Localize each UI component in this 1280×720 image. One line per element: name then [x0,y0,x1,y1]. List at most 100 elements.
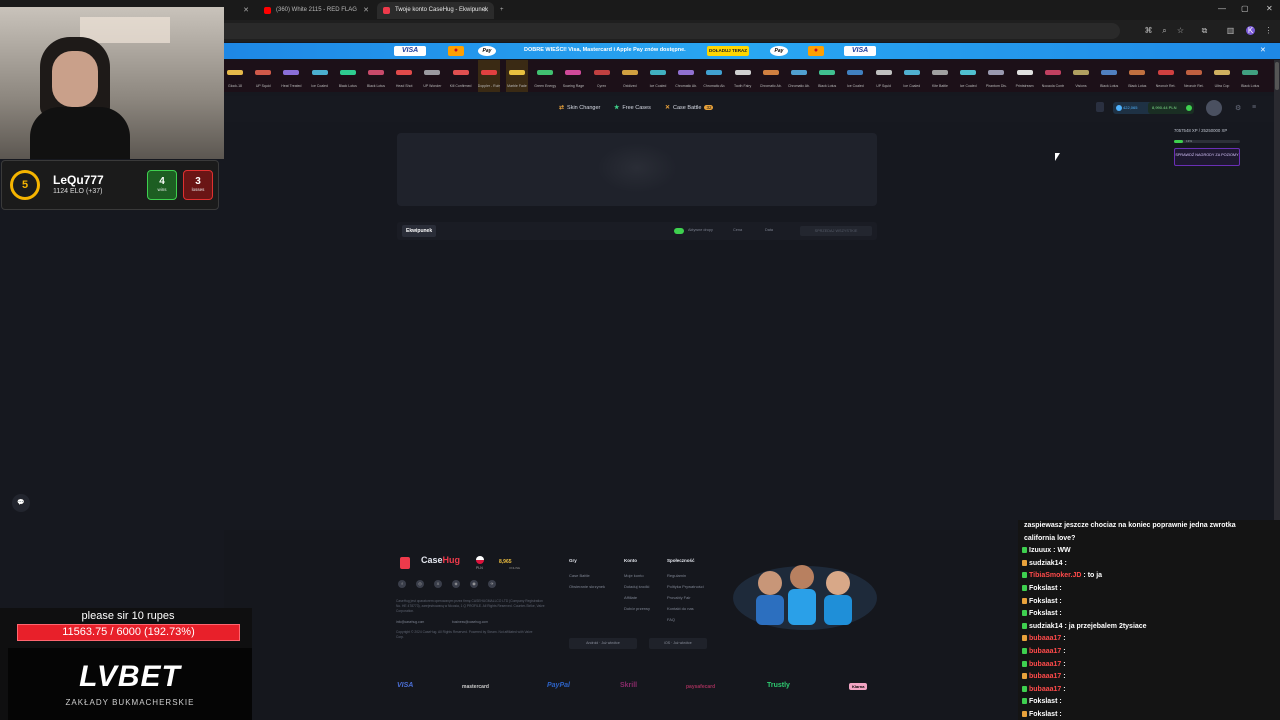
star-icon[interactable]: ☆ [1176,26,1185,35]
close-icon[interactable]: ✕ [483,2,489,19]
footer-link[interactable]: Case Battle [569,573,590,578]
skin-drop-item[interactable]: Ice Coaled [647,60,669,92]
skin-drop-item[interactable]: UP Squid [873,60,895,92]
close-icon[interactable]: ✕ [1260,46,1266,54]
close-icon[interactable]: ✕ [243,2,249,19]
close-icon[interactable]: ✕ [363,2,369,19]
skin-drop-item[interactable]: Soaring Rage [562,60,584,92]
tab-inventory[interactable]: Ekwipunek [402,225,437,237]
skin-drop-item[interactable]: Neonoir Ret. [1183,60,1205,92]
menu-icon[interactable]: ≡ [1252,104,1256,111]
nav-case-battle[interactable]: ✕ Case Battle 32 [665,104,714,111]
sort-date[interactable]: Data [765,228,773,232]
rewards-button[interactable]: SPRAWDŹ NAGRODY ZA POZIOMY [1174,148,1240,166]
instagram-icon[interactable]: ◎ [416,580,424,588]
avatar[interactable] [1206,100,1222,116]
chat-username[interactable]: sudziak14 [1029,560,1062,567]
skin-drop-item[interactable]: Black Lotus [1126,60,1148,92]
footer-link[interactable]: Moje konto [624,573,644,578]
footer-link[interactable]: Kontakt do nas [667,606,694,611]
chat-username[interactable]: bubaaa17 [1029,686,1061,693]
skin-drop-item[interactable]: Chromatic Ab. [703,60,725,92]
skin-drop-item[interactable]: Chromatic Ab. [675,60,697,92]
skin-drop-item[interactable]: Oxidized [619,60,641,92]
skin-drop-item[interactable]: UP Squid [252,60,274,92]
email-info[interactable]: info@casehug.com [396,620,424,624]
skin-drop-item[interactable]: Kill Confirmed [450,60,472,92]
zoom-icon[interactable]: ⌕ [1160,26,1169,35]
skin-drop-item[interactable]: Nocaola Control [1042,60,1064,92]
extensions-icon[interactable]: ⧉ [1200,26,1209,35]
footer-link[interactable]: Provably Fair [667,595,691,600]
chat-username[interactable]: sudziak14 [1029,623,1062,630]
chat-username[interactable]: bubaaa17 [1029,661,1061,668]
footer-link[interactable]: Otwieranie skrzynek [569,584,605,589]
skin-drop-item[interactable]: Cyrex [591,60,613,92]
ios-app-button[interactable]: iOS · Już wkrótce [649,638,707,649]
scrollbar[interactable] [1274,60,1280,520]
topup-button[interactable]: DOŁADUJ TERAZ [707,46,749,56]
skin-drop-item[interactable]: Neonoir Ret. [1155,60,1177,92]
skin-drop-item[interactable]: Phantom Dis. [985,60,1007,92]
chat-username[interactable]: Fokslast [1029,598,1057,605]
close-window-icon[interactable]: ✕ [1266,4,1273,13]
poland-flag-icon[interactable] [476,556,484,564]
nav-free-cases[interactable]: ★ Free Cases [614,104,651,111]
chat-username[interactable]: bubaaa17 [1029,673,1061,680]
footer-link[interactable]: Affiliate [624,595,637,600]
steam-icon[interactable]: ◉ [470,580,478,588]
chat-username[interactable]: Fokslast [1029,610,1057,617]
skin-drop-item[interactable]: Printstream [1014,60,1036,92]
skin-drop-item[interactable]: Ice Coaled [309,60,331,92]
chat-username[interactable]: TibiaSmoker.JD [1029,572,1081,579]
skin-drop-item[interactable]: Glock-18 [224,60,246,92]
minimize-icon[interactable]: — [1218,4,1226,13]
chat-username[interactable]: Fokslast [1029,698,1057,705]
chat-username[interactable]: Izuuux [1029,547,1051,554]
x-icon[interactable]: X [434,580,442,588]
skin-drop-item[interactable]: UP Wonder [421,60,443,92]
skin-drop-item[interactable]: Ultra Cop [1211,60,1233,92]
skin-drop-item[interactable]: Marble Fade [506,60,528,92]
chat-username[interactable]: bubaaa17 [1029,635,1061,642]
chat-username[interactable]: Fokslast [1029,711,1057,718]
new-tab-button[interactable]: + [497,2,511,19]
active-drops-toggle[interactable] [674,228,684,234]
footer-link[interactable]: FAQ [667,617,675,622]
tab-2[interactable]: (360) White 2115 - RED FLAG ✕ [258,2,374,19]
casehug-logo[interactable]: CaseHug [421,555,460,565]
email-business[interactable]: business@casehug.com [452,620,488,624]
skin-drop-item[interactable]: Black Lotus [337,60,359,92]
chat-username[interactable]: bubaaa17 [1029,648,1061,655]
skin-drop-item[interactable]: Black Lotus [816,60,838,92]
settings-icon[interactable]: ⚙ [1235,104,1241,112]
discord-icon[interactable]: ◈ [452,580,460,588]
footer-link[interactable]: Polityka Prywatności [667,584,704,589]
sidebar-icon[interactable]: ▥ [1226,26,1235,35]
sort-price[interactable]: Cena [733,228,742,232]
chat-username[interactable]: Fokslast [1029,585,1057,592]
skin-drop-item[interactable]: Visions [1070,60,1092,92]
skin-drop-item[interactable]: Chromatic Ab. [760,60,782,92]
skin-drop-item[interactable]: Ice Coaled [844,60,866,92]
skin-drop-item[interactable]: Chromatic Ab. [788,60,810,92]
translate-icon[interactable]: ⌘ [1144,26,1153,35]
profile-icon[interactable]: K [1246,26,1255,35]
skin-drop-item[interactable]: Doppler - Ruby [477,60,500,92]
footer-link[interactable]: Dobór przerwy [624,606,650,611]
skin-drop-item[interactable]: Heat Treated [280,60,302,92]
footer-link[interactable]: Doładuj środki [624,584,649,589]
skin-drop-item[interactable]: Ice Coaled [957,60,979,92]
footer-link[interactable]: Regulamin [667,573,686,578]
telegram-icon[interactable]: ✈ [488,580,496,588]
skin-drop-item[interactable]: Black Lotus [1239,60,1261,92]
facebook-icon[interactable]: f [398,580,406,588]
android-app-button[interactable]: Android · Już wkrótce [569,638,637,649]
add-funds-icon[interactable] [1186,105,1192,111]
tab-3[interactable]: Twoje konto CaseHug - Ekwipunek ✕ [377,2,494,19]
skin-drop-item[interactable]: Black Lotus [365,60,387,92]
nav-skin-changer[interactable]: ⇄ Skin Changer [559,104,600,111]
sell-all-button[interactable]: SPRZEDAJ WSZYSTKIE [800,226,872,236]
skin-drop-item[interactable]: Ice Coaled [901,60,923,92]
skin-drop-item[interactable]: Kite Battle [929,60,951,92]
